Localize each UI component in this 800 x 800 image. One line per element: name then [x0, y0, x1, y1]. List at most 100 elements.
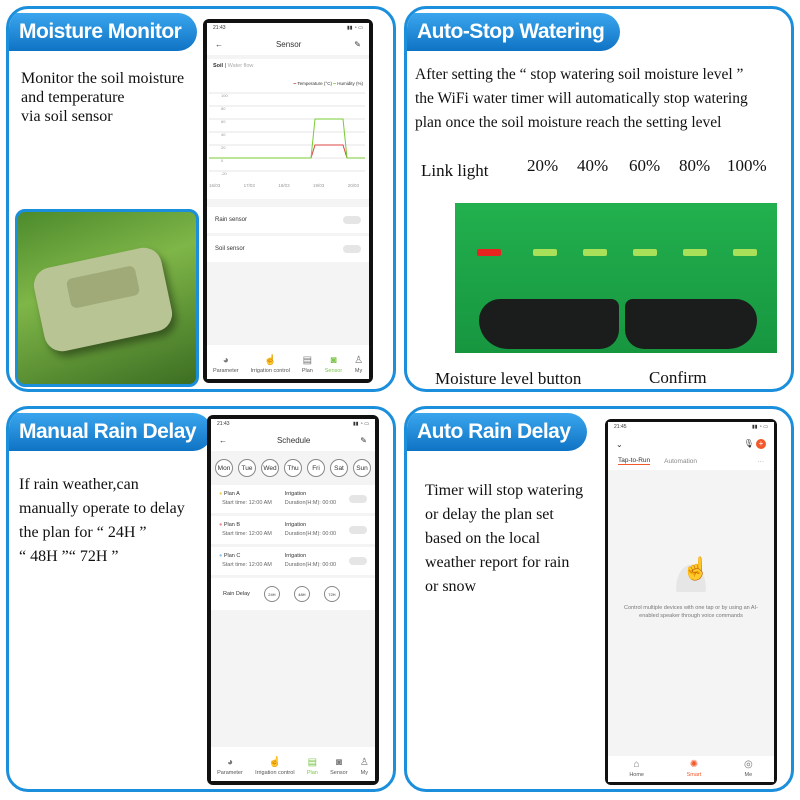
- screen-title: Sensor: [275, 39, 302, 49]
- y-tick: 0: [221, 158, 224, 163]
- plan-row[interactable]: ● Plan C Start time: 12:00 AM Irrigation D…: [211, 547, 375, 575]
- user-icon: ◎: [743, 759, 753, 770]
- status-icons: ▮▮ ◔ ▭: [751, 424, 768, 430]
- day-fri[interactable]: Fri: [307, 459, 325, 477]
- panel-auto-stop: Auto-Stop Watering After setting the “ s…: [404, 6, 794, 392]
- back-icon[interactable]: ←: [219, 436, 227, 445]
- nav-my[interactable]: ♙ My: [354, 355, 363, 374]
- description: Monitor the soil moisture and temperatur…: [21, 70, 185, 125]
- nav-plan[interactable]: ▤ Plan: [302, 355, 313, 374]
- nav-parameter[interactable]: ◕ Parameter: [213, 355, 239, 374]
- humidity-line: [209, 118, 365, 159]
- phone-sensor-screen: 21:43 ▮▮ ◔ ▭ ← Sensor ✎ Soil | Water flow ━…: [203, 19, 373, 383]
- legend-temperature: Temperature (°C): [297, 81, 332, 86]
- y-tick: 80: [221, 106, 226, 111]
- nav-smart[interactable]: ✺ Smart: [687, 759, 702, 778]
- pie-chart-icon: ◕: [222, 355, 229, 366]
- soil-sensor-row[interactable]: Soil sensor: [207, 236, 369, 262]
- panel-title: Moisture Monitor: [9, 13, 198, 51]
- more-icon[interactable]: ···: [758, 458, 765, 465]
- soil-sensor-toggle[interactable]: [343, 245, 361, 253]
- nav-my[interactable]: ♙ My: [360, 757, 369, 776]
- screen-title: Schedule: [276, 435, 311, 445]
- sensor-icon: ◙: [330, 355, 337, 366]
- legend-humidity: Humidity (%): [337, 81, 363, 86]
- nav-plan[interactable]: ▤ Plan: [307, 757, 318, 776]
- nav-irrigation-control[interactable]: ☝ Irrigation control: [255, 757, 294, 776]
- pie-chart-icon: ◕: [226, 757, 233, 768]
- nav-parameter[interactable]: ◕ Parameter: [217, 757, 243, 776]
- description: After setting the “ stop watering soil m…: [415, 66, 748, 131]
- nav-sensor[interactable]: ◙ Sensor: [330, 757, 347, 776]
- plan-row[interactable]: ● Plan B Start time: 12:00 AM Irrigation D…: [211, 516, 375, 544]
- plan-toggle[interactable]: [349, 557, 367, 565]
- back-icon[interactable]: ←: [215, 40, 223, 49]
- delay-72h-button[interactable]: 72H: [323, 586, 340, 602]
- day-sun[interactable]: Sun: [353, 459, 371, 477]
- user-icon: ♙: [359, 757, 369, 768]
- day-tue[interactable]: Tue: [238, 459, 256, 477]
- confirm-button[interactable]: [625, 299, 757, 349]
- link-light: [477, 249, 501, 256]
- x-tick: 18/03: [278, 183, 290, 188]
- level-light: [633, 249, 657, 256]
- moisture-level-button[interactable]: [479, 299, 619, 349]
- day-sat[interactable]: Sat: [330, 459, 348, 477]
- microphone-icon[interactable]: 🎙: [744, 439, 754, 448]
- status-time: 21:43: [217, 421, 230, 427]
- edit-icon[interactable]: ✎: [354, 40, 361, 49]
- tab-water-flow[interactable]: Water flow: [228, 63, 254, 69]
- plan-toggle[interactable]: [349, 495, 367, 503]
- nav-home[interactable]: ⌂ Home: [629, 759, 644, 778]
- add-icon[interactable]: +: [756, 439, 766, 449]
- x-tick: 19/03: [313, 183, 325, 188]
- tab-automation[interactable]: Automation: [664, 458, 697, 465]
- nav-sensor[interactable]: ◙ Sensor: [325, 355, 342, 374]
- hand-icon: ☝: [268, 757, 282, 768]
- row-label: Soil sensor: [215, 246, 245, 252]
- y-tick: 60: [221, 119, 226, 124]
- confirm-label: Confirm: [649, 368, 707, 387]
- rain-delay-row: Rain Delay 24H 48H 72H: [211, 578, 375, 610]
- tab-tap-to-run[interactable]: Tap-to-Run: [618, 457, 651, 465]
- delay-24h-button[interactable]: 24H: [263, 586, 280, 602]
- chevron-down-icon[interactable]: ⌄: [616, 440, 623, 449]
- sensor-photo: [15, 209, 199, 387]
- day-mon[interactable]: Mon: [215, 459, 233, 477]
- status-icons: ▮▮ ◔ ▭: [346, 25, 363, 31]
- rain-sensor-row[interactable]: Rain sensor: [207, 207, 369, 233]
- tap-illustration-icon: ☝: [668, 552, 714, 592]
- empty-state-text: Control multiple devices with one tap or…: [624, 605, 758, 619]
- level-label: 80%: [679, 156, 711, 175]
- home-icon: ⌂: [633, 759, 640, 770]
- level-label: 100%: [727, 156, 767, 175]
- panel-title: Auto-Stop Watering: [407, 13, 621, 51]
- phone-smart-screen: 21:45 ▮▮ ◔ ▭ ⌄ 🎙 + Tap-to-Run Automation ·…: [605, 419, 777, 785]
- nav-irrigation-control[interactable]: ☝ Irrigation control: [251, 355, 290, 374]
- rain-sensor-toggle[interactable]: [343, 216, 361, 224]
- moisture-button-label: Moisture level button: [435, 369, 582, 388]
- panel-title: Auto Rain Delay: [407, 413, 587, 451]
- plan-icon: ▤: [307, 757, 318, 768]
- device-panel: [455, 203, 777, 353]
- level-label: 20%: [527, 156, 559, 175]
- delay-48h-button[interactable]: 48H: [293, 586, 310, 602]
- plan-toggle[interactable]: [349, 526, 367, 534]
- phone-schedule-screen: 21:43 ▮▮ ◔ ▭ ← Schedule ✎ Mon Tue Wed Thu Fri Sa…: [207, 415, 379, 785]
- plan-row[interactable]: ● Plan A Start time: 12:00 AM Irrigation D…: [211, 485, 375, 513]
- edit-icon[interactable]: ✎: [360, 436, 367, 445]
- rain-delay-label: Rain Delay: [223, 591, 250, 597]
- status-time: 21:45: [614, 424, 627, 430]
- tab-soil[interactable]: Soil: [213, 63, 223, 69]
- panel-manual-rain-delay: Manual Rain Delay If rain weather,can ma…: [6, 406, 396, 792]
- level-label: 40%: [577, 156, 609, 175]
- plan-icon: ▤: [302, 355, 313, 366]
- nav-me[interactable]: ◎ Me: [744, 759, 753, 778]
- day-wed[interactable]: Wed: [261, 459, 279, 477]
- x-tick: 20/03: [347, 183, 359, 188]
- level-label: 60%: [629, 156, 661, 175]
- day-thu[interactable]: Thu: [284, 459, 302, 477]
- status-icons: ▮▮ ◔ ▭: [352, 421, 369, 427]
- plan-dot: ●: [219, 553, 223, 559]
- panel-title: Manual Rain Delay: [9, 413, 213, 451]
